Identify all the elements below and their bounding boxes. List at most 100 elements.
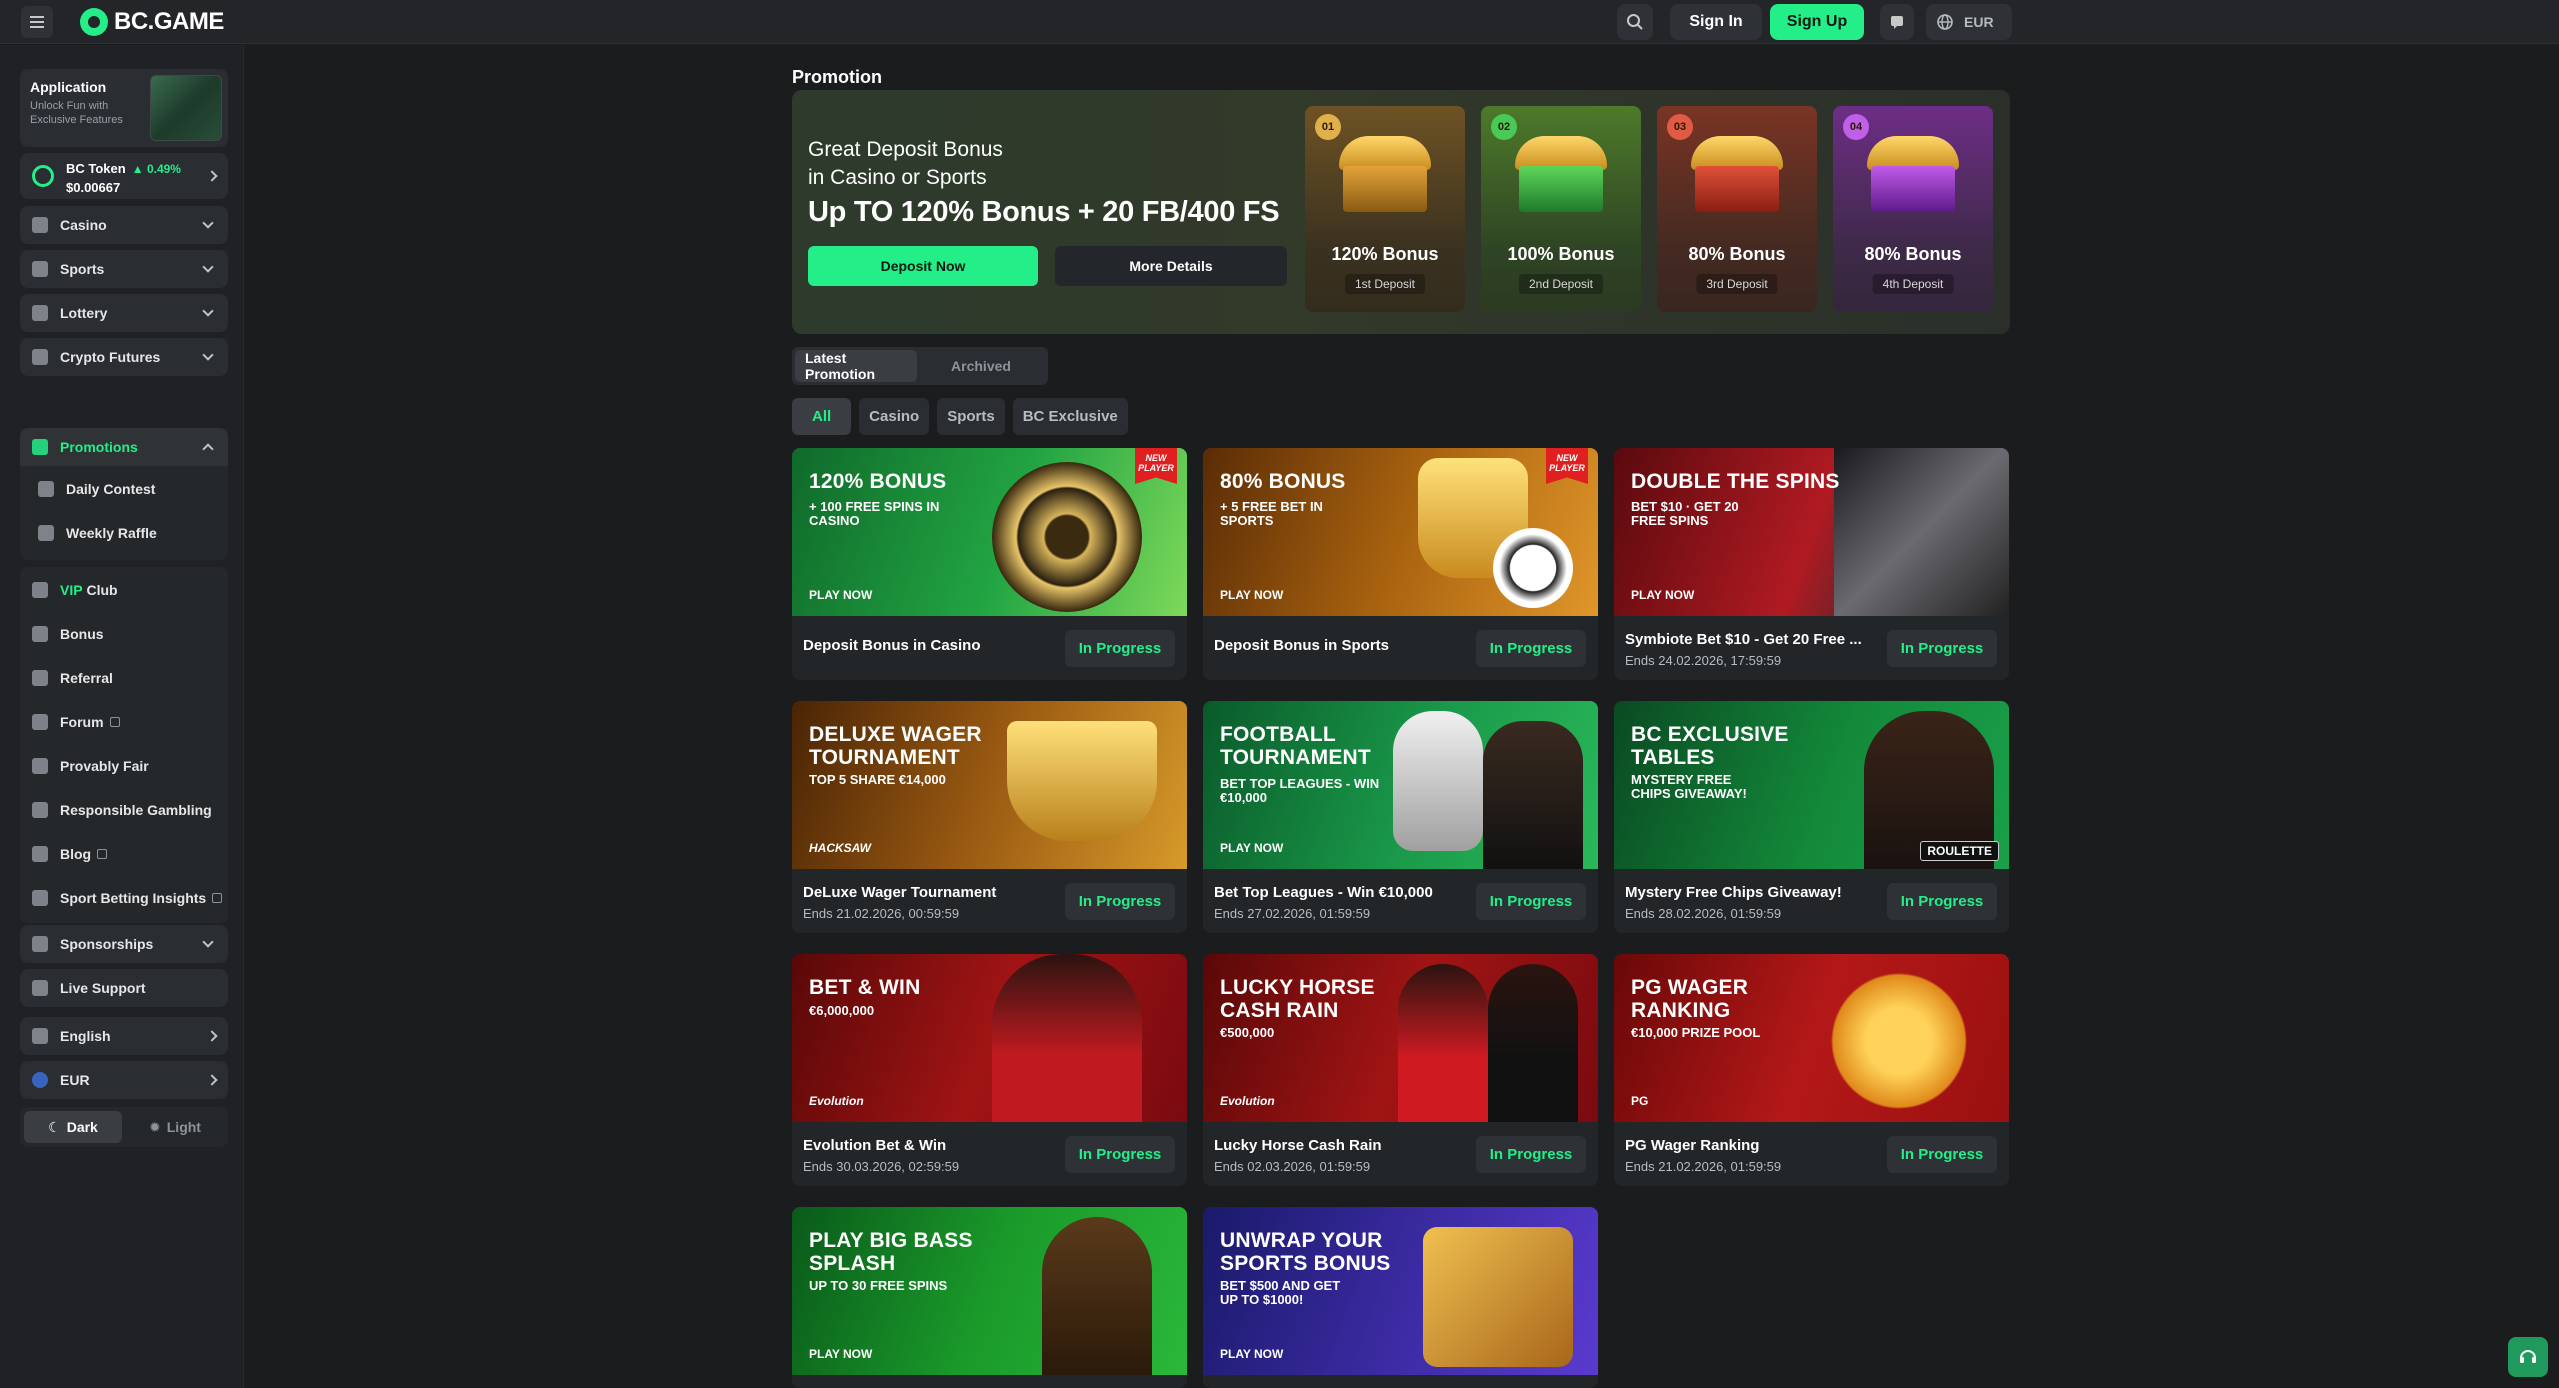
sidebar-item-live-support[interactable]: Live Support [20,969,228,1007]
more-details-button[interactable]: More Details [1055,246,1287,286]
fisherman-image [1042,1217,1152,1375]
promo-title: Symbiote Bet $10 - Get 20 Free ... [1625,631,1862,648]
promo-subline: BET $500 AND GET UP TO $1000! [1220,1278,1341,1307]
sidebar-item-label: English [60,1028,111,1044]
sidebar-item-lottery[interactable]: Lottery [20,294,228,332]
play-now-link[interactable]: PLAY NOW [1220,1347,1283,1361]
tier-bonus: 120% Bonus [1331,244,1439,264]
promo-banner: DOUBLE THE SPINS BET $10 · GET 20 FREE S… [1614,448,2009,616]
promo-card[interactable]: FOOTBALL TOURNAMENT BET TOP LEAGUES - WI… [1203,701,1598,933]
promo-subline: MYSTERY FREE CHIPS GIVEAWAY! [1631,772,1747,801]
in-progress-button[interactable]: In Progress [1476,630,1586,667]
filter-bc-exclusive[interactable]: BC Exclusive [1012,398,1128,435]
provider-logo: Evolution [1220,1094,1275,1108]
language-currency-button[interactable]: EUR [1926,4,2012,40]
category-filters: All Casino Sports BC Exclusive [792,398,1128,435]
sidebar-item-label: Sport Betting Insights [60,890,207,906]
sidebar-item-crypto-futures[interactable]: Crypto Futures [20,338,228,376]
sidebar-item-sports[interactable]: Sports [20,250,228,288]
sidebar-item-provably-fair[interactable]: Provably Fair [20,747,228,785]
sidebar-item-vip-club[interactable]: VIP Club [20,571,228,609]
menu-icon[interactable] [21,6,53,38]
sidebar-item-referral[interactable]: Referral [20,659,228,697]
promo-title: PG Wager Ranking [1625,1137,1760,1154]
promo-banner: FOOTBALL TOURNAMENT BET TOP LEAGUES - WI… [1203,701,1598,869]
play-now-link[interactable]: PLAY NOW [809,588,872,602]
play-now-link[interactable]: PLAY NOW [1220,841,1283,855]
filter-all[interactable]: All [792,398,852,435]
in-progress-button[interactable]: In Progress [1065,630,1175,667]
chevron-down-icon [202,349,214,361]
play-now-link[interactable]: PLAY NOW [809,1347,872,1361]
gift-icon [32,626,48,642]
promo-card[interactable]: DOUBLE THE SPINS BET $10 · GET 20 FREE S… [1614,448,2009,680]
sidebar-item-responsible-gambling[interactable]: Responsible Gambling [20,791,228,829]
play-now-link[interactable]: PLAY NOW [1220,588,1283,602]
promo-card[interactable]: LUCKY HORSE CASH RAIN €500,000 Evolution… [1203,954,1598,1186]
in-progress-button[interactable]: In Progress [1887,630,1997,667]
deposit-tier-1[interactable]: 01 120% Bonus 1st Deposit [1305,106,1465,312]
sidebar-item-bonus[interactable]: Bonus [20,615,228,653]
treasure-chest-icon [1691,136,1783,212]
sidebar-item-sponsorships[interactable]: Sponsorships [20,925,228,963]
promo-card[interactable]: 120% BONUS + 100 FREE SPINS IN CASINO PL… [792,448,1187,680]
gift-box-image [1423,1227,1573,1367]
provider-logo: PG [1631,1094,1649,1108]
in-progress-button[interactable]: In Progress [1887,883,1997,920]
hero-line-2: in Casino or Sports [808,166,987,189]
deposit-tier-3[interactable]: 03 80% Bonus 3rd Deposit [1657,106,1817,312]
sidebar-item-forum[interactable]: Forum [20,703,228,741]
sidebar-item-blog[interactable]: Blog [20,835,228,873]
promo-card[interactable]: BC EXCLUSIVE TABLES MYSTERY FREE CHIPS G… [1614,701,2009,933]
tier-label: 1st Deposit [1344,274,1426,294]
play-now-link[interactable]: PLAY NOW [1631,588,1694,602]
promo-card[interactable]: PLAY BIG BASS SPLASH UP TO 30 FREE SPINS… [792,1207,1187,1388]
promo-subline: UP TO 30 FREE SPINS [809,1278,948,1293]
tab-archived[interactable]: Archived [919,350,1043,382]
filter-casino[interactable]: Casino [859,398,930,435]
promo-card[interactable]: PG WAGER RANKING €10,000 PRIZE POOL PG P… [1614,954,2009,1186]
logo-text: BC.GAME [114,8,224,35]
theme-light-button[interactable]: ✹ Light [126,1111,224,1143]
app-promo-card[interactable]: Application Unlock Fun with Exclusive Fe… [20,69,228,147]
hero-line-1: Great Deposit Bonus [808,138,1003,161]
promo-card[interactable]: DELUXE WAGER TOURNAMENT TOP 5 SHARE €14,… [792,701,1187,933]
chat-icon[interactable] [1880,4,1914,40]
promo-card[interactable]: 80% BONUS + 5 FREE BET IN SPORTS PLAY NO… [1203,448,1598,680]
in-progress-button[interactable]: In Progress [1065,883,1175,920]
token-price: $0.00667 [66,180,121,195]
soccer-ball-image [1493,528,1573,608]
sidebar-item-casino[interactable]: Casino [20,206,228,244]
deposit-tier-4[interactable]: 04 80% Bonus 4th Deposit [1833,106,1993,312]
tab-latest-promotion[interactable]: Latest Promotion [795,350,917,382]
bc-token-card[interactable]: BC Token ▲ 0.49% $0.00667 [20,153,228,199]
filter-sports[interactable]: Sports [937,398,1005,435]
promo-banner: BC EXCLUSIVE TABLES MYSTERY FREE CHIPS G… [1614,701,2009,869]
theme-dark-button[interactable]: ☾ Dark [24,1111,122,1143]
headset-icon [32,980,48,996]
in-progress-button[interactable]: In Progress [1476,1136,1586,1173]
promo-banner: PG WAGER RANKING €10,000 PRIZE POOL PG [1614,954,2009,1122]
deposit-tier-2[interactable]: 02 100% Bonus 2nd Deposit [1481,106,1641,312]
promo-card[interactable]: BET & WIN €6,000,000 Evolution Evolution… [792,954,1187,1186]
in-progress-button[interactable]: In Progress [1065,1136,1175,1173]
promo-subline: + 5 FREE BET IN SPORTS [1220,499,1323,528]
sidebar-item-weekly-raffle[interactable]: Weekly Raffle [20,514,228,552]
in-progress-button[interactable]: In Progress [1887,1136,1997,1173]
in-progress-button[interactable]: In Progress [1476,883,1586,920]
sidebar-item-language[interactable]: English [20,1017,228,1055]
logo[interactable]: BC.GAME [80,6,224,38]
deposit-now-button[interactable]: Deposit Now [808,246,1038,286]
vip-prefix: VIP [60,582,83,598]
sidebar-item-sport-betting-insights[interactable]: Sport Betting Insights [20,879,228,917]
sidebar-item-currency[interactable]: EUR [20,1061,228,1099]
promo-card[interactable]: UNWRAP YOUR SPORTS BONUS BET $500 AND GE… [1203,1207,1598,1388]
sign-in-button[interactable]: Sign In [1670,4,1762,40]
promo-headline: DOUBLE THE SPINS [1631,470,1840,493]
live-support-button[interactable] [2508,1337,2548,1377]
sign-up-button[interactable]: Sign Up [1770,4,1864,40]
sidebar-item-daily-contest[interactable]: Daily Contest [20,470,228,508]
promo-banner: 120% BONUS + 100 FREE SPINS IN CASINO PL… [792,448,1187,616]
search-icon[interactable] [1617,4,1653,40]
sidebar-item-promotions[interactable]: Promotions [20,428,228,466]
